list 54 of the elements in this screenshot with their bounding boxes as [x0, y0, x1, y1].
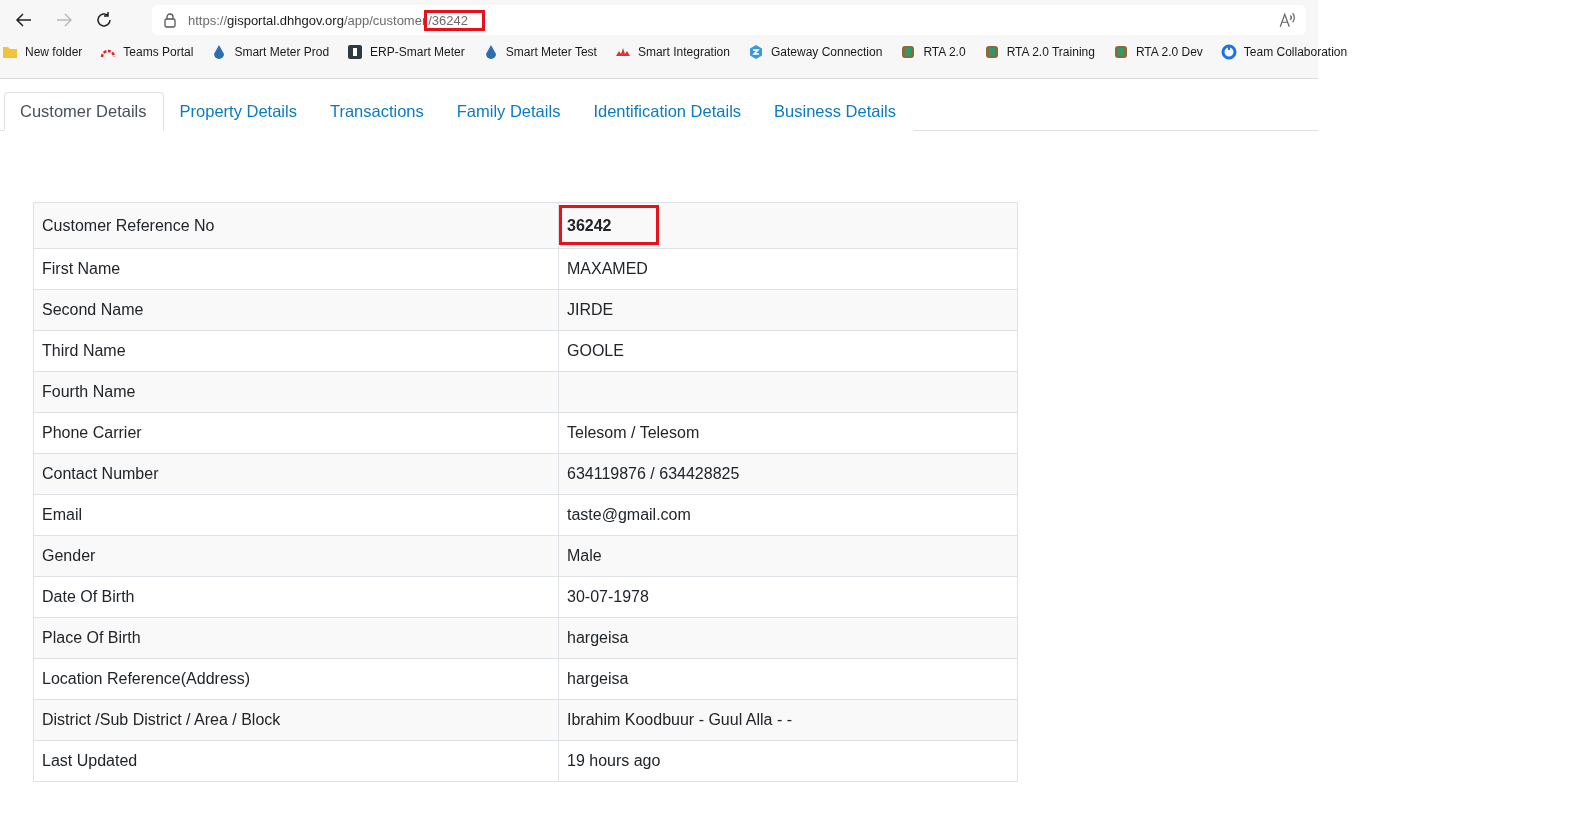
field-label: Customer Reference No: [33, 202, 559, 249]
field-value: 19 hours ago: [567, 752, 661, 769]
emblem-icon: [983, 44, 1000, 60]
read-aloud-icon: [1278, 11, 1296, 29]
field-value: 30-07-1978: [567, 588, 649, 605]
emblem-icon: [900, 44, 917, 60]
field-label: Second Name: [33, 289, 559, 331]
field-label: District /Sub District / Area / Block: [33, 699, 559, 741]
bookmark-link[interactable]: RTA 2.0 Training: [983, 44, 1095, 60]
bookmark-link[interactable]: RTA 2.0: [900, 44, 966, 60]
address-bar[interactable]: https://gisportal.dhhgov.org/app/customer/36242: [152, 5, 1306, 35]
field-value: hargeisa: [567, 629, 629, 646]
bookmark-link[interactable]: RTA 2.0 Dev: [1112, 44, 1203, 60]
field-label: Gender: [33, 535, 559, 577]
field-value: JIRDE: [567, 301, 614, 318]
tab[interactable]: Customer Details: [4, 92, 164, 131]
ring-icon: [1220, 44, 1237, 60]
forward-arrow-icon: [55, 11, 73, 29]
field-value: GOOLE: [567, 342, 624, 359]
folder-icon: [2, 44, 18, 60]
field-label: Phone Carrier: [33, 412, 559, 454]
hexagon-icon: [747, 44, 764, 60]
field-value: 634119876 / 634428825: [567, 465, 740, 482]
field-value: taste@gmail.com: [567, 506, 691, 523]
bookmark-link[interactable]: Smart Integration: [614, 44, 730, 60]
field-label: Place Of Birth: [33, 617, 559, 659]
field-value: Ibrahim Koodbuur - Guul Alla - -: [567, 711, 792, 728]
bookmark-link[interactable]: Gateway Connection: [747, 44, 883, 60]
url-text: https://gisportal.dhhgov.org/app/customer/36242: [188, 12, 482, 28]
field-value: MAXAMED: [567, 260, 648, 277]
bookmark-link[interactable]: New folder: [2, 44, 83, 60]
field-label: Third Name: [33, 330, 559, 372]
field-label: Last Updated: [33, 740, 559, 782]
back-arrow-icon: [15, 11, 33, 29]
lock-icon: [162, 12, 178, 28]
bookmark-link[interactable]: Smart Meter Test: [482, 44, 597, 60]
field-label: Location Reference(Address): [33, 658, 559, 700]
bookmark-link[interactable]: Team Collaboration: [1220, 44, 1348, 60]
bookmark-link[interactable]: Teams Portal: [100, 44, 194, 60]
field-value: Telesom / Telesom: [567, 424, 700, 441]
refresh-icon: [95, 11, 113, 29]
field-value: hargeisa: [567, 670, 629, 687]
emblem-icon: [1112, 44, 1129, 60]
bookmark-link[interactable]: ERP-Smart Meter: [347, 44, 465, 60]
field-label: Date Of Birth: [33, 576, 559, 618]
highlight-frame: /36242: [427, 12, 482, 28]
field-label: First Name: [33, 248, 559, 290]
field-label: Fourth Name: [33, 371, 559, 413]
bookmark-link[interactable]: Smart Meter Prod: [211, 44, 330, 60]
field-label: Email: [33, 494, 559, 536]
square-icon: [347, 44, 364, 60]
field-label: Contact Number: [33, 453, 559, 495]
field-value: 36242: [567, 216, 612, 234]
field-value: Male: [567, 547, 602, 564]
